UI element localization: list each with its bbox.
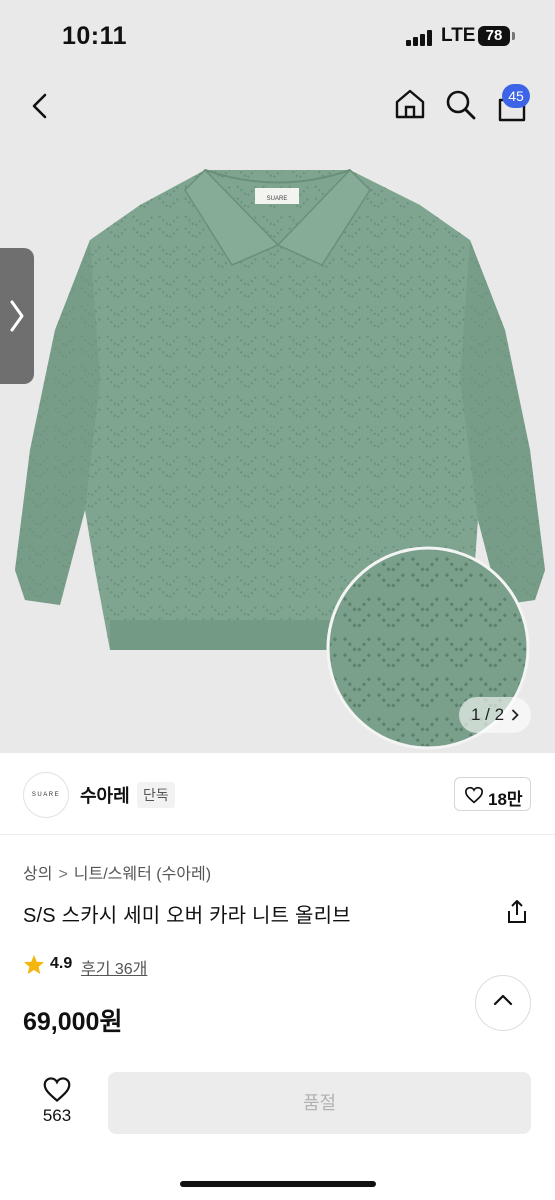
- brand-name[interactable]: 수아레: [80, 782, 130, 808]
- home-indicator: [180, 1181, 376, 1187]
- product-image-gallery[interactable]: SUARE 10:11 LTE 78 45 1 / 2: [0, 0, 555, 753]
- garment-label: SUARE: [267, 196, 288, 202]
- image-counter-label: 1 / 2: [471, 705, 505, 724]
- share-icon[interactable]: [505, 899, 529, 925]
- back-icon[interactable]: [28, 92, 52, 120]
- breadcrumb-separator: >: [58, 866, 68, 883]
- home-icon[interactable]: [394, 88, 426, 120]
- breadcrumb-level1[interactable]: 상의: [23, 860, 52, 884]
- exclusive-tag: 단독: [137, 782, 175, 808]
- chevron-right-small-icon: [511, 709, 519, 721]
- product-price: 69,000원: [23, 1008, 123, 1036]
- rating-value: 4.9: [50, 955, 73, 972]
- soldout-button[interactable]: 품절: [108, 1072, 531, 1134]
- chevron-up-icon: [493, 994, 513, 1006]
- scroll-top-button[interactable]: [475, 975, 531, 1031]
- network-label: LTE: [441, 25, 476, 46]
- cart-count-badge: 45: [502, 84, 530, 108]
- heart-icon: [464, 786, 484, 804]
- brand-like-count: 18만: [488, 790, 523, 809]
- battery-icon: 78: [478, 26, 510, 46]
- status-time: 10:11: [62, 22, 128, 50]
- wishlist-button[interactable]: 563: [35, 1076, 79, 1132]
- image-counter[interactable]: 1 / 2: [459, 697, 531, 733]
- product-image: SUARE: [15, 168, 545, 750]
- product-title: S/S 스카시 세미 오버 카라 니트 올리브: [23, 905, 351, 927]
- chevron-right-icon: [10, 300, 24, 332]
- top-navbar: [0, 80, 555, 130]
- breadcrumb: 상의 > 니트/스웨터 (수아레): [23, 860, 211, 884]
- review-count-link[interactable]: 후기 36개: [81, 955, 147, 979]
- wishlist-count: 563: [42, 1106, 72, 1125]
- brand-like-button[interactable]: 18만: [454, 777, 531, 811]
- brand-logo[interactable]: SUARE: [23, 772, 69, 818]
- brand-row: SUARE 수아레 단독 18만: [0, 754, 555, 835]
- star-icon: [23, 954, 45, 975]
- heart-outline-icon: [43, 1077, 71, 1103]
- status-bar: 10:11 LTE 78: [0, 0, 555, 72]
- side-expand-tab[interactable]: [0, 248, 34, 384]
- search-icon[interactable]: [445, 89, 477, 121]
- signal-icon: [406, 30, 436, 46]
- battery-tip: [512, 32, 515, 40]
- breadcrumb-level2[interactable]: 니트/스웨터 (수아레): [74, 860, 211, 884]
